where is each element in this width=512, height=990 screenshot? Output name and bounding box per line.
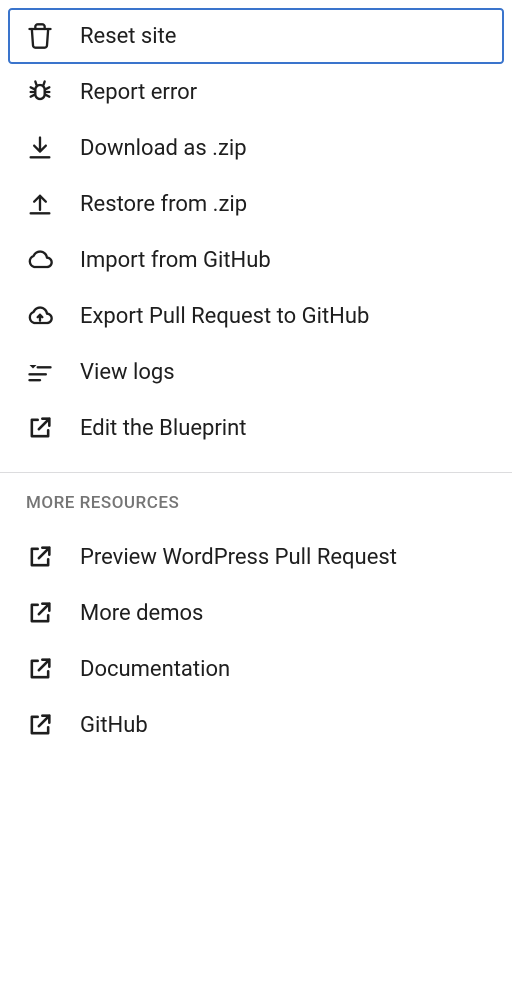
import-github-item[interactable]: Import from GitHub: [8, 232, 504, 288]
report-error-item[interactable]: Report error: [8, 64, 504, 120]
external-icon: [26, 599, 54, 627]
bug-icon: [26, 78, 54, 106]
preview-wp-pr-item[interactable]: Preview WordPress Pull Request: [8, 529, 504, 585]
cloud-icon: [26, 246, 54, 274]
menu-item-label: Report error: [80, 80, 197, 105]
menu-item-label: Import from GitHub: [80, 248, 271, 273]
menu-item-label: More demos: [80, 601, 203, 626]
more-demos-item[interactable]: More demos: [8, 585, 504, 641]
reset-site-item[interactable]: Reset site: [8, 8, 504, 64]
resources-header: More Resources: [0, 473, 512, 521]
menu-item-label: Reset site: [80, 24, 176, 49]
menu-item-label: GitHub: [80, 713, 148, 738]
github-item[interactable]: GitHub: [8, 697, 504, 753]
upload-icon: [26, 190, 54, 218]
documentation-item[interactable]: Documentation: [8, 641, 504, 697]
view-logs-item[interactable]: View logs: [8, 344, 504, 400]
resources-menu: Preview WordPress Pull Request More demo…: [0, 521, 512, 761]
edit-blueprint-item[interactable]: Edit the Blueprint: [8, 400, 504, 456]
main-menu: Reset site Report error: [0, 0, 512, 464]
external-icon: [26, 711, 54, 739]
export-github-item[interactable]: Export Pull Request to GitHub: [8, 288, 504, 344]
menu-item-label: Restore from .zip: [80, 192, 247, 217]
external-icon: [26, 543, 54, 571]
menu-item-label: Export Pull Request to GitHub: [80, 304, 369, 329]
restore-zip-item[interactable]: Restore from .zip: [8, 176, 504, 232]
cloud-upload-icon: [26, 302, 54, 330]
menu-item-label: Edit the Blueprint: [80, 416, 247, 441]
trash-icon: [26, 22, 54, 50]
logs-icon: [26, 358, 54, 386]
download-icon: [26, 134, 54, 162]
external-icon: [26, 655, 54, 683]
menu-item-label: Documentation: [80, 657, 230, 682]
external-icon: [26, 414, 54, 442]
download-zip-item[interactable]: Download as .zip: [8, 120, 504, 176]
menu-item-label: Preview WordPress Pull Request: [80, 545, 397, 570]
menu-item-label: View logs: [80, 360, 175, 385]
menu-item-label: Download as .zip: [80, 136, 247, 161]
